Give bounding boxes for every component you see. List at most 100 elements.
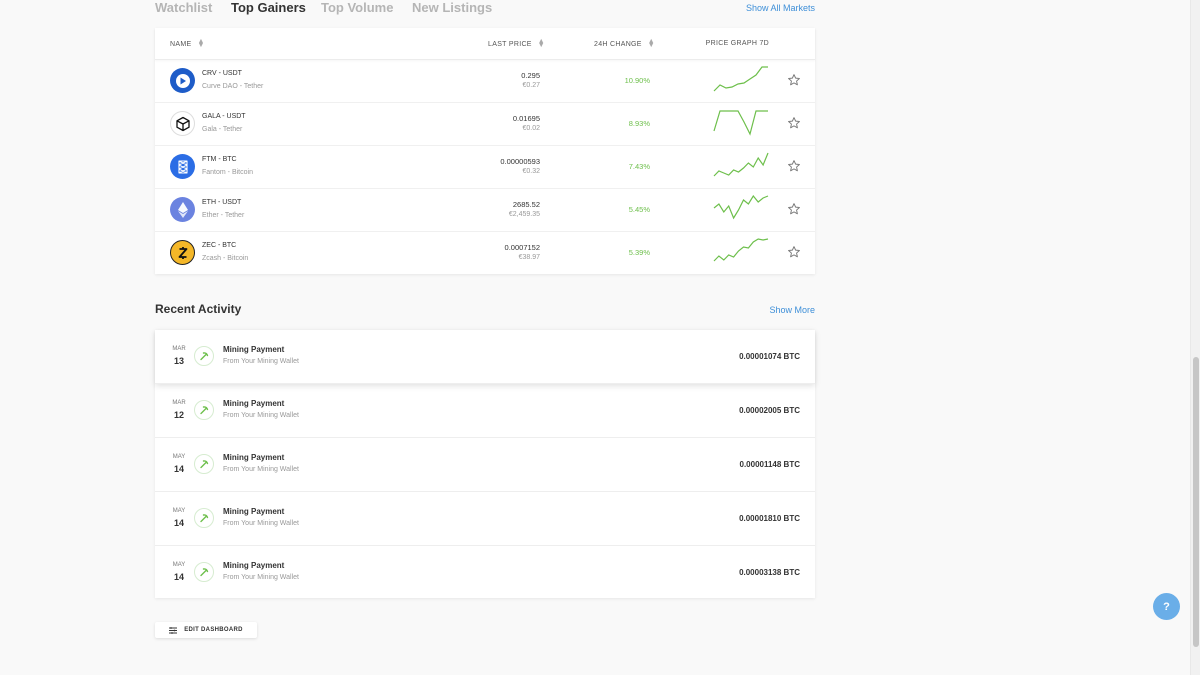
activity-day: 12 xyxy=(173,410,184,420)
recent-activity-title: Recent Activity xyxy=(155,302,242,316)
change-24h: 8.93% xyxy=(628,119,650,128)
activity-amount: 0.00001074 BTC xyxy=(739,352,800,361)
edit-dashboard-label: EDIT DASHBOARD xyxy=(184,627,243,633)
pair-symbol: GALA - USDT xyxy=(202,113,246,120)
activity-day: 14 xyxy=(173,572,184,582)
star-icon[interactable] xyxy=(787,245,801,259)
star-icon[interactable] xyxy=(787,116,801,130)
activity-title: Mining Payment xyxy=(223,561,285,570)
pair-names: Curve DAO - Tether xyxy=(202,83,264,90)
activity-subtitle: From Your Mining Wallet xyxy=(223,520,299,527)
list-item[interactable]: MAY 14 Mining Payment From Your Mining W… xyxy=(155,438,815,492)
tab-top-gainers[interactable]: Top Gainers xyxy=(231,0,306,15)
last-price-eur: €38.97 xyxy=(518,254,540,261)
list-item[interactable]: MAR 12 Mining Payment From Your Mining W… xyxy=(155,384,815,438)
edit-dashboard-button[interactable]: EDIT DASHBOARD xyxy=(155,622,257,638)
activity-day: 14 xyxy=(173,518,184,528)
activity-month: MAR xyxy=(172,346,186,352)
sparkline xyxy=(713,195,769,220)
pair-names: Zcash - Bitcoin xyxy=(202,255,249,262)
sort-icon: ▲ ▼ xyxy=(197,38,205,49)
mining-pickaxe-icon xyxy=(194,508,214,528)
last-price-eur: €2,459.35 xyxy=(508,211,540,218)
table-row[interactable]: FTM - BTC Fantom - Bitcoin 0.00000593 €0… xyxy=(155,146,815,189)
fantom-icon xyxy=(170,154,195,179)
last-price: 0.0007152 xyxy=(504,243,540,252)
star-icon[interactable] xyxy=(787,73,801,87)
activity-month: MAY xyxy=(172,508,186,514)
activity-day: 14 xyxy=(173,464,184,474)
pair-symbol: ZEC - BTC xyxy=(202,242,237,249)
change-24h: 5.45% xyxy=(628,205,650,214)
header-price-graph: PRICE GRAPH 7D xyxy=(705,40,769,47)
header-24h-change[interactable]: 24H CHANGE ▲ ▼ xyxy=(594,38,655,49)
market-tabs: Watchlist Top Gainers Top Volume New Lis… xyxy=(155,0,815,28)
tab-watchlist[interactable]: Watchlist xyxy=(155,0,212,15)
pair-symbol: FTM - BTC xyxy=(202,156,237,163)
pair-names: Gala - Tether xyxy=(202,126,243,133)
tab-new-listings[interactable]: New Listings xyxy=(412,0,492,15)
markets-table-header: NAME ▲ ▼ LAST PRICE ▲ ▼ 24H CHANGE ▲ ▼ PRICE G… xyxy=(155,28,815,60)
mining-pickaxe-icon xyxy=(194,400,214,420)
ethereum-icon xyxy=(170,197,195,222)
last-price-eur: €0.27 xyxy=(522,82,540,89)
star-icon[interactable] xyxy=(787,159,801,173)
show-more-link[interactable]: Show More xyxy=(769,305,815,315)
mining-pickaxe-icon xyxy=(194,454,214,474)
activity-amount: 0.00001148 BTC xyxy=(739,460,801,469)
mining-pickaxe-icon xyxy=(194,562,214,582)
last-price: 0.01695 xyxy=(512,114,540,123)
activity-amount: 0.00002005 BTC xyxy=(739,406,800,415)
activity-subtitle: From Your Mining Wallet xyxy=(223,574,299,581)
markets-table: NAME ▲ ▼ LAST PRICE ▲ ▼ 24H CHANGE ▲ ▼ PRICE G… xyxy=(155,28,815,274)
pair-symbol: CRV - USDT xyxy=(202,70,242,77)
last-price: 0.00000593 xyxy=(500,157,540,166)
table-row[interactable]: GALA - USDT Gala - Tether 0.01695 €0.02 … xyxy=(155,103,815,146)
pair-names: Ether - Tether xyxy=(202,212,245,219)
table-row[interactable]: CRV - USDT Curve DAO - Tether 0.295 €0.2… xyxy=(155,60,815,103)
table-row[interactable]: ZEC - BTC Zcash - Bitcoin 0.0007152 €38.… xyxy=(155,232,815,275)
activity-title: Mining Payment xyxy=(223,453,285,462)
list-item[interactable]: MAY 14 Mining Payment From Your Mining W… xyxy=(155,546,815,598)
activity-subtitle: From Your Mining Wallet xyxy=(223,412,299,419)
pair-names: Fantom - Bitcoin xyxy=(202,169,253,176)
show-all-markets-link[interactable]: Show All Markets xyxy=(746,3,815,13)
page-scrollbar[interactable] xyxy=(1190,0,1200,675)
dashboard: Watchlist Top Gainers Top Volume New Lis… xyxy=(155,0,815,638)
gala-icon xyxy=(170,111,195,136)
last-price: 0.295 xyxy=(521,71,540,80)
activity-title: Mining Payment xyxy=(223,507,285,516)
last-price: 2685.52 xyxy=(512,200,540,209)
change-24h: 7.43% xyxy=(628,162,650,171)
activity-day: 13 xyxy=(173,356,184,366)
activity-month: MAY xyxy=(172,562,186,568)
activity-subtitle: From Your Mining Wallet xyxy=(223,358,299,365)
activity-month: MAY xyxy=(172,454,186,460)
recent-activity-list: MAR 13 Mining Payment From Your Mining W… xyxy=(155,330,815,598)
sort-icon: ▲ ▼ xyxy=(537,38,545,49)
list-item[interactable]: MAY 14 Mining Payment From Your Mining W… xyxy=(155,492,815,546)
change-24h: 5.39% xyxy=(628,248,650,257)
zcash-icon xyxy=(170,240,195,265)
tab-top-volume[interactable]: Top Volume xyxy=(321,0,393,15)
help-button[interactable]: ? xyxy=(1153,593,1180,620)
list-item[interactable]: MAR 13 Mining Payment From Your Mining W… xyxy=(155,330,815,384)
header-last-price[interactable]: LAST PRICE ▲ ▼ xyxy=(488,38,545,49)
star-icon[interactable] xyxy=(787,202,801,216)
sliders-icon xyxy=(169,626,178,634)
change-24h: 10.90% xyxy=(624,76,650,85)
activity-title: Mining Payment xyxy=(223,345,285,354)
sparkline xyxy=(713,152,769,177)
sparkline xyxy=(713,66,768,92)
sort-icon: ▲ ▼ xyxy=(647,38,655,49)
curve-dao-icon xyxy=(170,68,195,93)
activity-month: MAR xyxy=(172,400,186,406)
activity-title: Mining Payment xyxy=(223,399,285,408)
header-name[interactable]: NAME ▲ ▼ xyxy=(170,38,205,49)
activity-amount: 0.00003138 BTC xyxy=(739,568,800,577)
last-price-eur: €0.32 xyxy=(522,168,540,175)
sparkline xyxy=(713,238,769,262)
sparkline xyxy=(713,110,768,136)
table-row[interactable]: ETH - USDT Ether - Tether 2685.52 €2,459… xyxy=(155,189,815,232)
scrollbar-thumb[interactable] xyxy=(1193,357,1199,647)
